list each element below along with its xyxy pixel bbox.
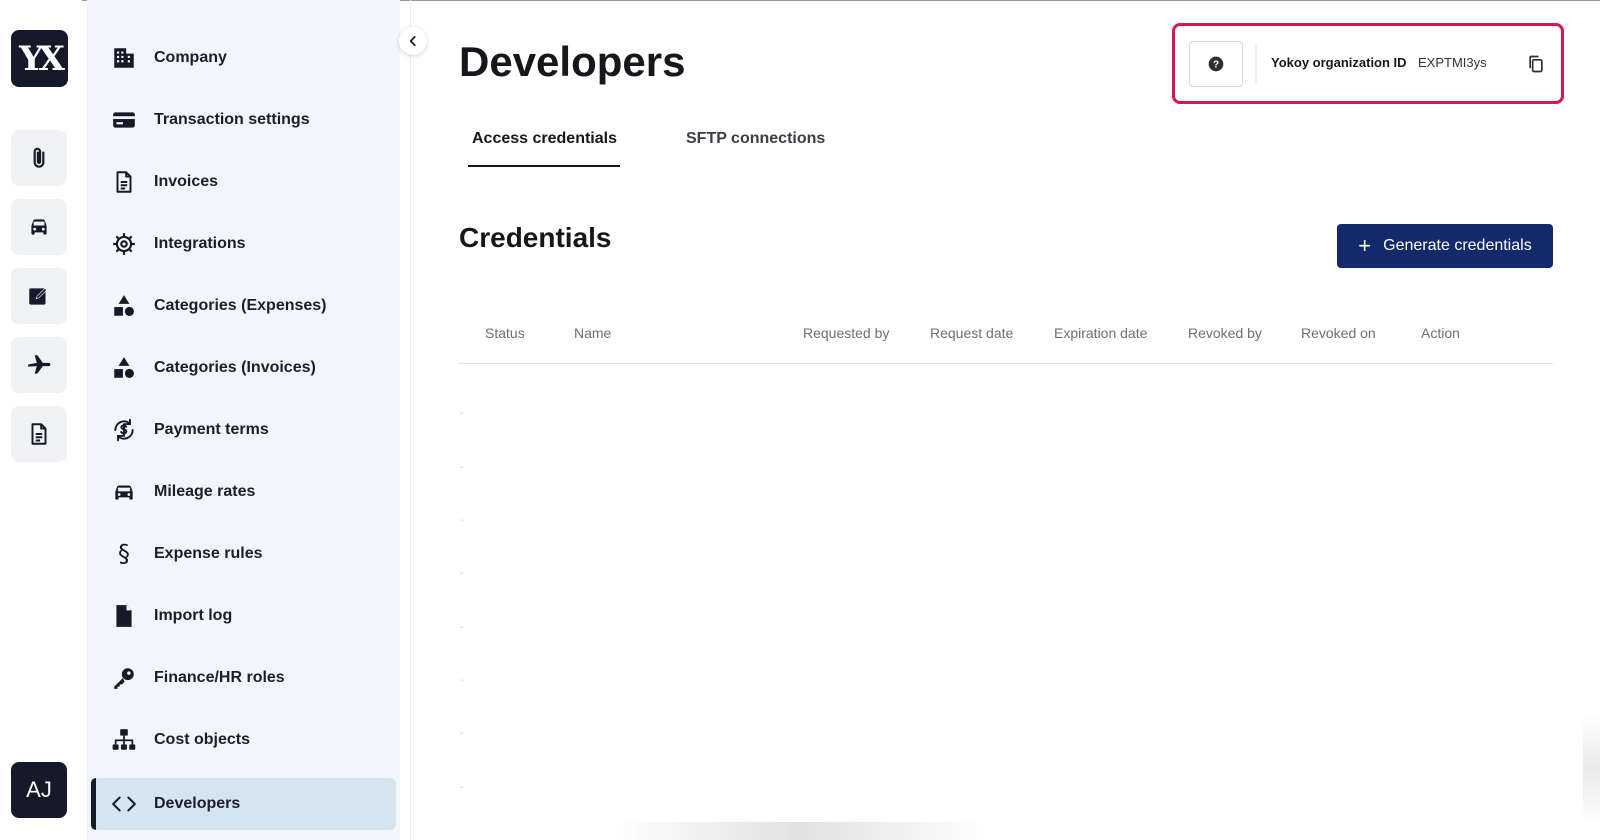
paperclip-icon xyxy=(33,147,45,168)
copy-icon[interactable] xyxy=(1526,54,1546,74)
column-header-revoked-by[interactable]: Revoked by xyxy=(1188,325,1262,341)
placeholder-row: - xyxy=(460,728,464,739)
document-icon xyxy=(31,423,47,445)
sidebar-item-label: Expense rules xyxy=(154,545,263,562)
svg-text:?: ? xyxy=(1213,59,1219,70)
placeholder-row: - xyxy=(460,675,464,686)
settings-sidebar: Company Transaction settings Invoices In… xyxy=(87,0,400,840)
sidebar-item-cost-objects[interactable]: Cost objects xyxy=(91,714,396,766)
sidebar-item-label: Transaction settings xyxy=(154,111,310,128)
page-title: Developers xyxy=(459,38,686,85)
sidebar-item-mileage-rates[interactable]: Mileage rates xyxy=(91,466,396,518)
hierarchy-icon xyxy=(112,729,136,750)
logo[interactable]: YX xyxy=(11,30,68,87)
sidebar-item-developers[interactable]: Developers xyxy=(91,778,396,830)
placeholder-row: - xyxy=(460,462,464,473)
generate-credentials-button[interactable]: + Generate credentials xyxy=(1337,224,1553,268)
code-icon xyxy=(112,796,136,812)
placeholder-row: - xyxy=(460,408,464,419)
file-icon xyxy=(116,605,132,627)
sidebar-item-payment-terms[interactable]: Payment terms xyxy=(91,404,396,456)
key-icon xyxy=(114,668,134,689)
sidebar-item-label: Integrations xyxy=(154,235,246,252)
placeholder-row: - xyxy=(460,622,464,633)
sidebar-item-label: Import log xyxy=(154,607,233,624)
placeholder-row: - xyxy=(460,515,464,526)
app-rail: YX AJ xyxy=(0,0,82,840)
table-header: Status Name Requested by Request date Ex… xyxy=(459,315,1553,364)
active-tab-indicator xyxy=(468,165,620,167)
column-header-action[interactable]: Action xyxy=(1421,325,1460,341)
rail-edit-button[interactable] xyxy=(11,268,67,324)
car-icon xyxy=(115,485,133,500)
column-header-request-date[interactable]: Request date xyxy=(930,325,1013,341)
plus-icon: + xyxy=(1358,233,1372,258)
sidebar-item-integrations[interactable]: Integrations xyxy=(91,218,396,270)
credit-card-icon xyxy=(113,112,135,128)
organization-id-panel: ? Yokoy organization ID EXPTMI3ys xyxy=(1172,23,1564,104)
sidebar-item-label: Categories (Invoices) xyxy=(154,359,316,376)
rail-documents-button[interactable] xyxy=(11,406,67,462)
org-divider xyxy=(1255,44,1257,84)
rail-receipts-button[interactable] xyxy=(11,130,67,186)
sidebar-item-label: Invoices xyxy=(154,173,219,190)
sidebar-item-categories-invoices[interactable]: Categories (Invoices) xyxy=(91,342,396,394)
sidebar-item-label: Cost objects xyxy=(154,731,251,748)
avatar[interactable]: AJ xyxy=(11,762,67,818)
invoice-icon xyxy=(116,171,132,193)
sidebar-item-expense-rules[interactable]: § Expense rules xyxy=(91,528,396,580)
column-header-revoked-on[interactable]: Revoked on xyxy=(1301,325,1376,341)
vertical-scroll-shadow xyxy=(1583,715,1600,825)
collapse-sidebar-button[interactable] xyxy=(399,27,427,55)
sidebar-divider xyxy=(410,0,411,840)
building-icon xyxy=(114,48,134,68)
column-header-requested-by[interactable]: Requested by xyxy=(803,325,889,341)
airplane-icon xyxy=(28,355,51,374)
currency-cycle-icon xyxy=(114,418,134,442)
column-header-name[interactable]: Name xyxy=(574,325,611,341)
sidebar-item-label: Developers xyxy=(154,795,241,812)
chevron-left-icon xyxy=(409,36,416,46)
sidebar-item-label: Payment terms xyxy=(154,421,269,438)
horizontal-scroll-shadow xyxy=(610,822,990,840)
shapes-icon xyxy=(114,357,134,378)
sidebar-item-label: Mileage rates xyxy=(154,483,256,500)
help-button[interactable]: ? xyxy=(1189,41,1243,87)
column-header-status[interactable]: Status xyxy=(485,325,525,341)
generate-credentials-label: Generate credentials xyxy=(1383,237,1532,254)
org-id-label: Yokoy organization ID xyxy=(1271,55,1407,70)
tab-sftp-connections[interactable]: SFTP connections xyxy=(686,130,825,148)
sidebar-item-label: Finance/HR roles xyxy=(154,669,285,686)
placeholder-row: - xyxy=(460,568,464,579)
car-icon xyxy=(31,219,47,235)
sidebar-item-invoices[interactable]: Invoices xyxy=(91,156,396,208)
sidebar-item-categories-expenses[interactable]: Categories (Expenses) xyxy=(91,280,396,332)
sidebar-item-label: Company xyxy=(154,49,227,66)
rail-mileage-button[interactable] xyxy=(11,199,67,255)
sidebar-item-transaction-settings[interactable]: Transaction settings xyxy=(91,94,396,146)
edit-icon xyxy=(29,287,48,305)
sidebar-item-company[interactable]: Company xyxy=(91,32,396,84)
placeholder-row: - xyxy=(460,782,464,793)
section-icon: § xyxy=(118,541,130,567)
section-title: Credentials xyxy=(459,222,612,253)
shapes-icon xyxy=(114,295,134,316)
svg-text:§: § xyxy=(118,541,130,567)
sidebar-item-finance-hr-roles[interactable]: Finance/HR roles xyxy=(91,652,396,704)
rail-travel-button[interactable] xyxy=(11,337,67,393)
sidebar-item-label: Categories (Expenses) xyxy=(154,297,327,314)
sidebar-item-import-log[interactable]: Import log xyxy=(91,590,396,642)
gear-icon xyxy=(113,233,135,255)
org-id-value: EXPTMI3ys xyxy=(1418,55,1487,70)
column-header-expiration-date[interactable]: Expiration date xyxy=(1054,325,1147,341)
help-icon: ? xyxy=(1208,56,1224,72)
tab-access-credentials[interactable]: Access credentials xyxy=(472,130,617,148)
